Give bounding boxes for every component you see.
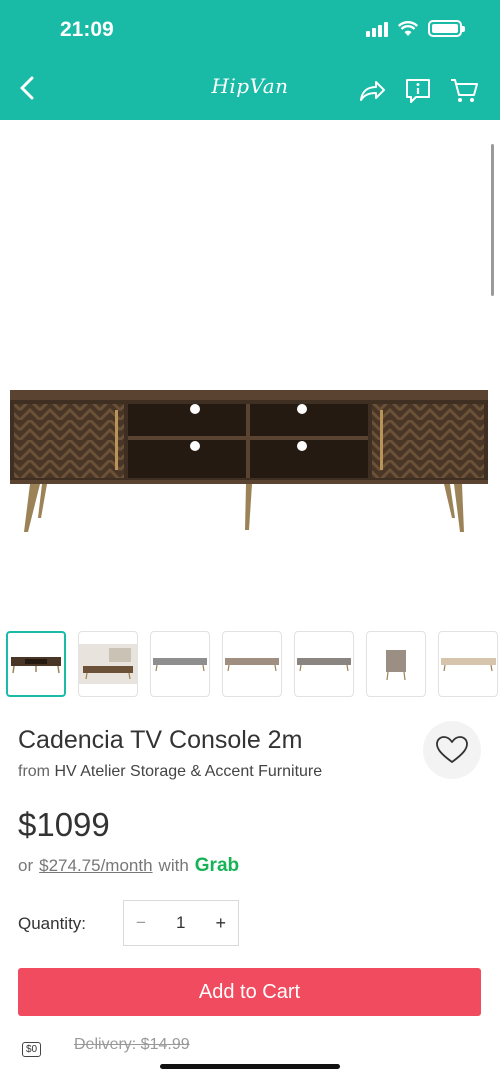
status-time: 21:09 — [60, 18, 114, 41]
battery-icon — [428, 20, 465, 37]
tv-console-image — [10, 390, 488, 532]
thumbnail-6[interactable] — [366, 631, 426, 697]
grab-logo: Grab — [194, 855, 240, 876]
delivery-truck-icon: $0 — [22, 1042, 42, 1057]
brand-link[interactable]: HV Atelier Storage & Accent Furniture — [54, 763, 322, 780]
cart-icon[interactable] — [448, 74, 480, 106]
nav-bar: HipVan — [0, 60, 500, 120]
app-header: 21:09 HipVan — [0, 0, 500, 120]
installment-with: with — [158, 856, 189, 875]
product-brand-line: from HV Atelier Storage & Accent Furnitu… — [18, 763, 322, 781]
installment-line: or $274.75/month with Grab — [18, 855, 239, 877]
product-title: Cadencia TV Console 2m — [18, 726, 303, 754]
quantity-label: Quantity: — [18, 914, 87, 933]
share-icon[interactable] — [356, 74, 388, 106]
add-to-cart-button[interactable]: Add to Cart — [18, 968, 481, 1016]
thumbnail-2[interactable] — [78, 631, 138, 697]
installment-amount-link[interactable]: $274.75/month — [39, 856, 152, 876]
heart-icon — [436, 736, 468, 763]
thumbnail-3[interactable] — [150, 631, 210, 697]
quantity-stepper: − 1 + — [123, 900, 239, 946]
scrollbar[interactable] — [491, 144, 494, 296]
delivery-info: $0 Delivery: $14.99 — [22, 1036, 482, 1062]
signal-icon — [366, 21, 388, 37]
status-bar: 21:09 — [0, 0, 500, 60]
quantity-decrease-button[interactable]: − — [136, 913, 146, 933]
thumbnail-5[interactable] — [294, 631, 354, 697]
installment-prefix: or — [18, 856, 34, 875]
home-indicator[interactable] — [160, 1064, 340, 1069]
thumbnail-1[interactable] — [6, 631, 66, 697]
quantity-increase-button[interactable]: + — [215, 913, 226, 934]
nav-actions — [356, 74, 480, 106]
delivery-old-price: Delivery: $14.99 — [74, 1036, 190, 1053]
thumbnail-7[interactable] — [438, 631, 498, 697]
quantity-value[interactable]: 1 — [176, 913, 185, 933]
thumbnail-4[interactable] — [222, 631, 282, 697]
status-icons — [366, 20, 465, 37]
info-icon[interactable] — [402, 74, 434, 106]
thumbnail-strip — [6, 631, 498, 697]
product-main-image[interactable] — [0, 120, 500, 625]
product-price: $1099 — [18, 806, 110, 843]
wishlist-button[interactable] — [423, 721, 481, 779]
from-prefix: from — [18, 763, 50, 780]
wifi-icon — [398, 20, 418, 36]
